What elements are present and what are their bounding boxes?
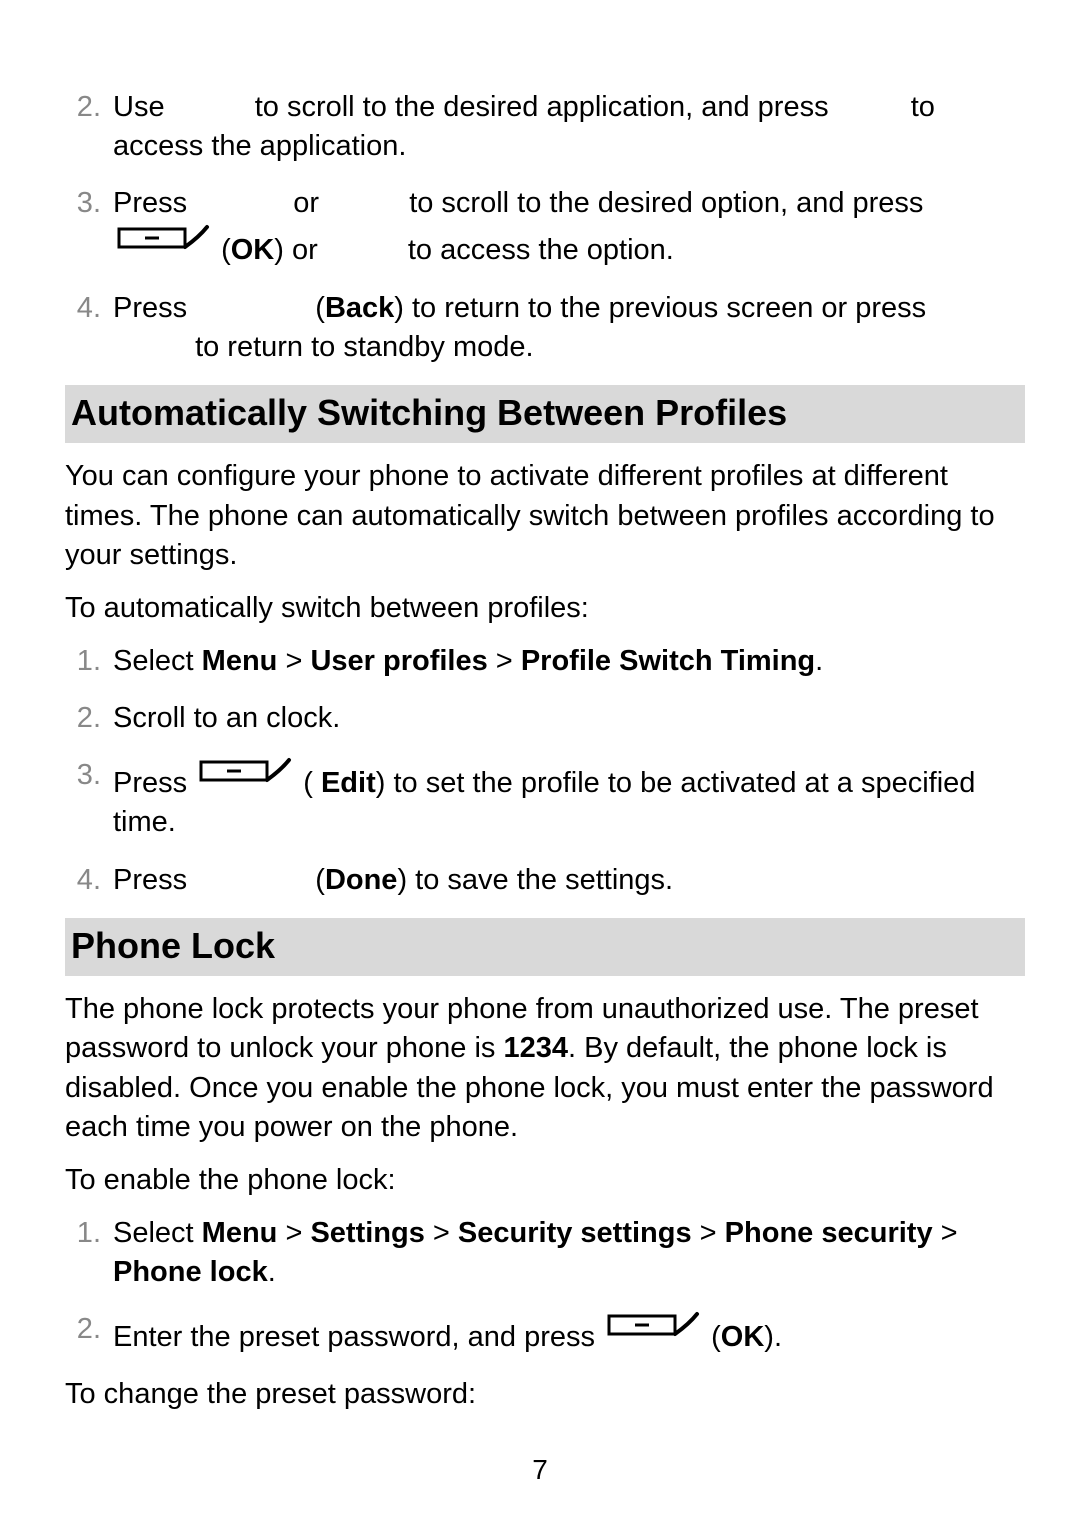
text: Use: [113, 91, 165, 123]
intro-steps: 2 Use to scroll to the desired applicati…: [65, 88, 1025, 367]
list-item: 3 Press ( Edit) to set the profile to be…: [65, 756, 1025, 842]
default-password: 1234: [503, 1032, 568, 1064]
list-number: 2: [65, 1310, 101, 1349]
text: or: [293, 187, 319, 219]
text: >: [277, 645, 310, 677]
list-number: 2: [65, 88, 101, 127]
softkey-icon: [605, 1310, 701, 1352]
list-item: 1 Select Menu > User profiles > Profile …: [65, 642, 1025, 681]
text: ) to save the settings.: [397, 864, 673, 896]
text: Select: [113, 1217, 202, 1249]
text: (: [711, 1321, 721, 1353]
page-number: 7: [0, 1454, 1080, 1486]
list-item: 2 Enter the preset password, and press (…: [65, 1310, 1025, 1357]
list-number: 4: [65, 289, 101, 328]
list-number: 1: [65, 1214, 101, 1253]
document-page: 2 Use to scroll to the desired applicati…: [0, 0, 1080, 1415]
text: >: [692, 1217, 725, 1249]
text: to return to standby mode.: [195, 331, 534, 363]
heading-profiles: Automatically Switching Between Profiles: [65, 385, 1025, 444]
list-item: 1 Select Menu > Settings > Security sett…: [65, 1214, 1025, 1292]
softkey-icon: [197, 756, 293, 798]
paragraph: To enable the phone lock:: [65, 1161, 1025, 1200]
text: (: [303, 767, 321, 799]
text: ) to return to the previous screen or pr…: [394, 292, 926, 324]
edit-label: Edit: [321, 767, 376, 799]
text: Press: [113, 864, 187, 896]
list-number: 4: [65, 861, 101, 900]
list-item: 2 Use to scroll to the desired applicati…: [65, 88, 1025, 166]
text: .: [815, 645, 823, 677]
list-item: 2 Scroll to an clock.: [65, 699, 1025, 738]
heading-phone-lock: Phone Lock: [65, 918, 1025, 977]
done-label: Done: [325, 864, 398, 896]
menu-path: Menu: [202, 1217, 278, 1249]
menu-path: User profiles: [310, 645, 487, 677]
softkey-icon: [115, 223, 211, 265]
text: (: [315, 292, 325, 324]
paragraph: The phone lock protects your phone from …: [65, 990, 1025, 1147]
list-number: 3: [65, 184, 101, 223]
text: Press: [113, 292, 187, 324]
text: >: [425, 1217, 458, 1249]
text: to access the option.: [408, 234, 674, 266]
ok-label: OK: [231, 234, 275, 266]
list-number: 1: [65, 642, 101, 681]
text: Select: [113, 645, 202, 677]
list-number: 2: [65, 699, 101, 738]
text: Press: [113, 767, 195, 799]
menu-path: Phone lock: [113, 1256, 268, 1288]
list-item: 4 Press (Back) to return to the previous…: [65, 289, 1025, 367]
lock-steps: 1 Select Menu > Settings > Security sett…: [65, 1214, 1025, 1357]
list-item: 3 Press or to scroll to the desired opti…: [65, 184, 1025, 270]
text: Press: [113, 187, 187, 219]
back-label: Back: [325, 292, 394, 324]
text: Enter the preset password, and press: [113, 1321, 603, 1353]
text: (: [315, 864, 325, 896]
text: >: [933, 1217, 958, 1249]
text: to scroll to the desired option, and pre…: [409, 187, 923, 219]
profiles-steps: 1 Select Menu > User profiles > Profile …: [65, 642, 1025, 900]
ok-label: OK: [721, 1321, 765, 1353]
list-item: 4 Press (Done) to save the settings.: [65, 861, 1025, 900]
text: ).: [764, 1321, 782, 1353]
menu-path: Security settings: [458, 1217, 692, 1249]
paragraph: To automatically switch between profiles…: [65, 589, 1025, 628]
text: ) or: [274, 234, 318, 266]
text: >: [277, 1217, 310, 1249]
text: Scroll to an clock.: [113, 702, 340, 734]
menu-path: Profile Switch Timing: [521, 645, 815, 677]
text: .: [268, 1256, 276, 1288]
menu-path: Phone security: [725, 1217, 933, 1249]
text: (: [221, 234, 231, 266]
paragraph: You can configure your phone to activate…: [65, 457, 1025, 574]
menu-path: Menu: [202, 645, 278, 677]
paragraph: To change the preset password:: [65, 1375, 1025, 1414]
text: >: [488, 645, 521, 677]
text: to scroll to the desired application, an…: [255, 91, 829, 123]
menu-path: Settings: [310, 1217, 424, 1249]
list-number: 3: [65, 756, 101, 795]
